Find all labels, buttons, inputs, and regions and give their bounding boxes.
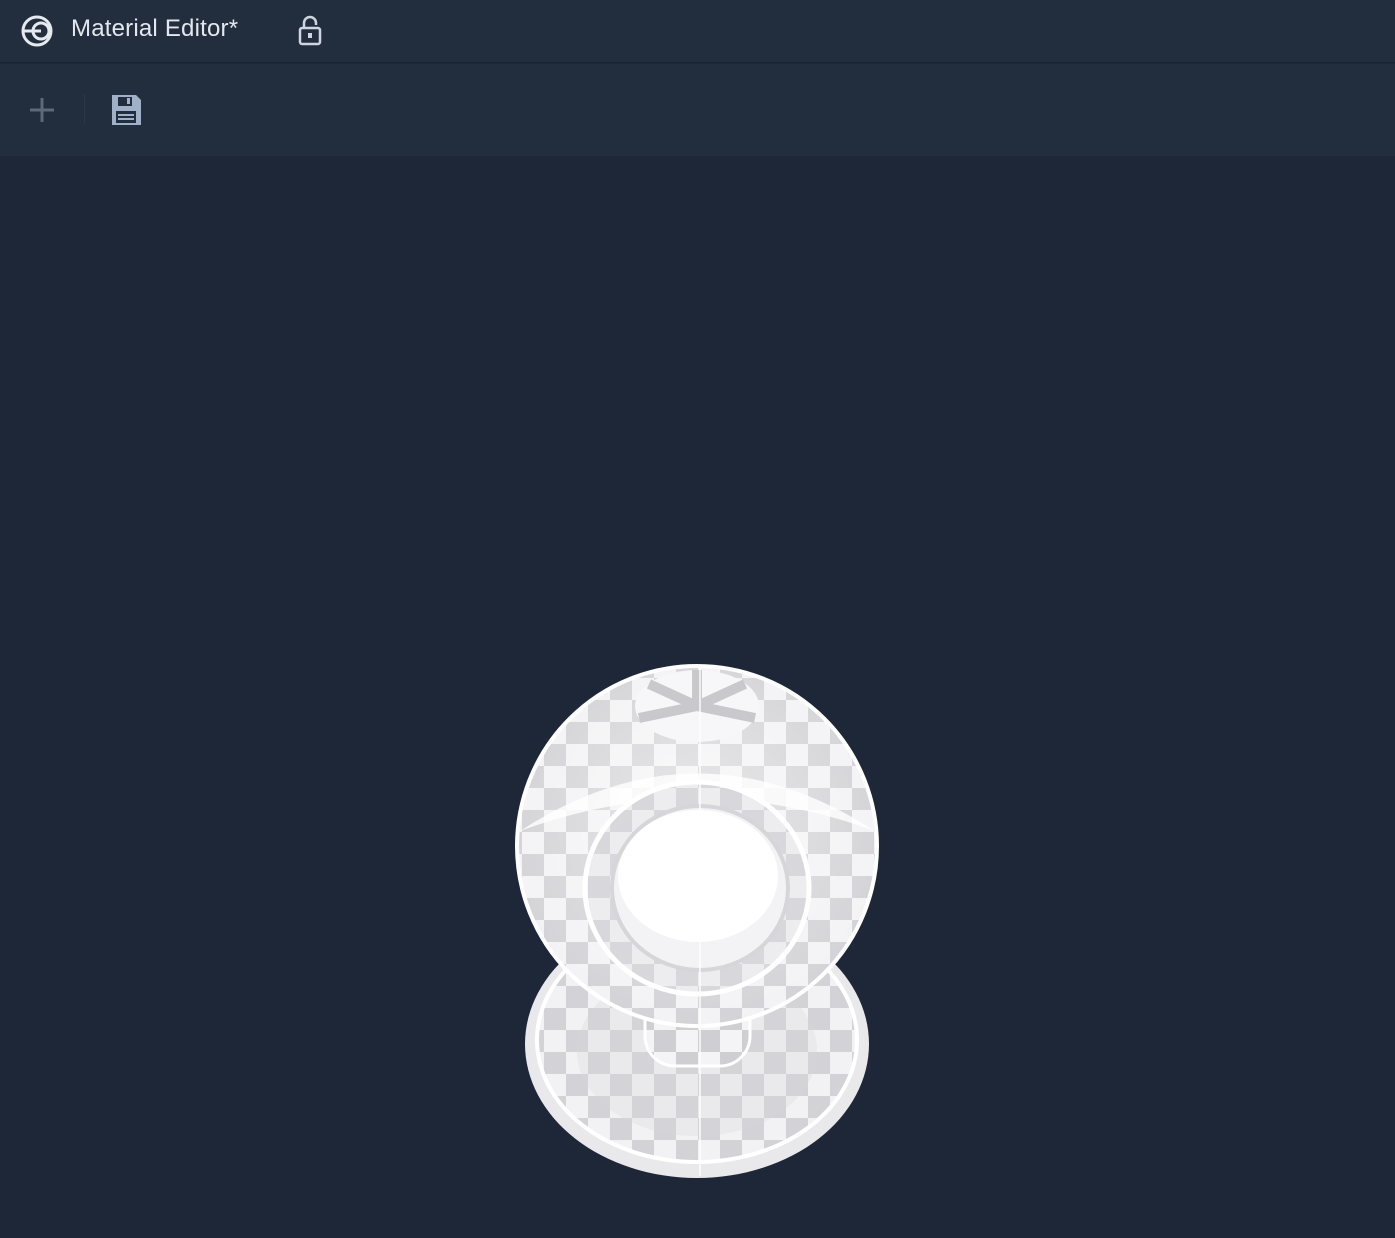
lock-toggle-button[interactable] (294, 13, 326, 49)
title-bar: Material Editor* (0, 0, 1395, 63)
floppy-disk-icon (112, 95, 141, 125)
plus-icon (30, 98, 54, 122)
app-logo-icon (21, 15, 53, 47)
preview-viewport[interactable] (0, 156, 1395, 1238)
material-preview-sphere[interactable] (500, 656, 900, 1196)
add-button[interactable] (24, 92, 60, 128)
toolbar-divider (84, 94, 85, 124)
save-button[interactable] (108, 92, 144, 128)
unlock-icon (298, 15, 322, 46)
toolbar (0, 64, 1395, 156)
window-title: Material Editor* (71, 15, 239, 42)
